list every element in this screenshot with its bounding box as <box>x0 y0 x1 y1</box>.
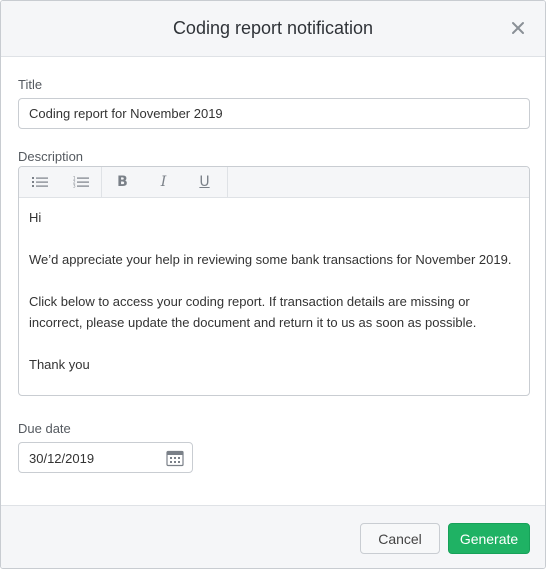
description-label: Description <box>18 149 84 164</box>
numbered-list-button[interactable]: 1 2 3 <box>60 167 101 197</box>
description-editor: 1 2 3 B I U Hi We’d appreciate your help… <box>18 166 530 396</box>
description-paragraph: Thank you <box>29 357 90 372</box>
underline-icon: U <box>199 174 210 190</box>
dialog-header: Coding report notification <box>1 1 545 57</box>
title-input[interactable] <box>18 98 530 129</box>
description-paragraph: Hi <box>29 210 42 225</box>
coding-report-dialog: Coding report notification Title Descrip… <box>0 0 546 569</box>
bullet-list-icon <box>31 177 48 187</box>
due-date-value: 30/12/2019 <box>29 451 95 466</box>
bullet-list-button[interactable] <box>19 167 60 197</box>
description-paragraph: We’d appreciate your help in reviewing s… <box>29 252 512 267</box>
bold-button[interactable]: B <box>102 167 143 197</box>
title-label: Title <box>18 77 43 92</box>
toolbar-divider <box>227 167 228 197</box>
due-date-input[interactable]: 30/12/2019 <box>18 442 193 473</box>
numbered-list-icon: 1 2 3 <box>73 176 89 188</box>
italic-icon: I <box>160 174 167 190</box>
cancel-button[interactable]: Cancel <box>360 523 440 554</box>
generate-button[interactable]: Generate <box>448 523 530 554</box>
editor-toolbar: 1 2 3 B I U <box>19 167 529 198</box>
dialog-title: Coding report notification <box>172 18 374 38</box>
description-text-area[interactable]: Hi We’d appreciate your help in reviewin… <box>19 198 529 395</box>
underline-button[interactable]: U <box>184 167 225 197</box>
close-icon[interactable] <box>509 19 527 37</box>
due-date-label: Due date <box>18 421 71 436</box>
calendar-icon[interactable] <box>166 449 184 467</box>
bold-icon: B <box>117 174 128 190</box>
italic-button[interactable]: I <box>143 167 184 197</box>
description-paragraph: Click below to access your coding report… <box>29 294 477 330</box>
dialog-footer: Cancel Generate <box>1 505 545 568</box>
svg-text:3: 3 <box>73 184 76 189</box>
